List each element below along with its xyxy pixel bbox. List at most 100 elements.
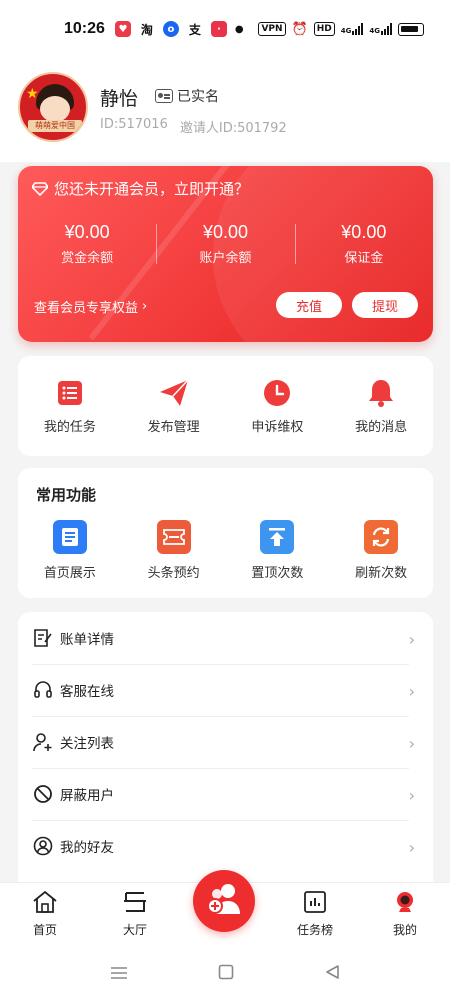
chevron-right-icon: › bbox=[408, 786, 415, 805]
customer-service-row[interactable]: 客服在线 › bbox=[18, 664, 433, 716]
deposit-balance-label: 保证金 bbox=[344, 251, 384, 266]
alipay-icon: 支 bbox=[188, 22, 201, 37]
deposit-balance-value: ¥0.00 bbox=[341, 222, 387, 242]
nav-task-ranking[interactable]: 任务榜 bbox=[270, 883, 360, 948]
avatar-banner: 萌萌爱中国 bbox=[28, 120, 82, 132]
appeal-label: 申诉维权 bbox=[251, 419, 304, 435]
nav-task-ranking-label: 任务榜 bbox=[296, 923, 333, 937]
taobao-icon: 淘 bbox=[140, 22, 153, 37]
deposit-balance[interactable]: ¥0.00 保证金 bbox=[294, 222, 433, 266]
back-icon[interactable] bbox=[324, 964, 340, 984]
publish-manage-item[interactable]: 发布管理 bbox=[122, 378, 226, 435]
hall-icon bbox=[122, 890, 148, 917]
refresh-count-label: 刷新次数 bbox=[355, 566, 408, 581]
block-icon bbox=[32, 783, 54, 805]
friend-icon bbox=[32, 835, 54, 857]
more-dot-icon: ● bbox=[234, 23, 244, 35]
appeal-item[interactable]: 申诉维权 bbox=[226, 378, 330, 435]
member-benefits-link[interactable]: 查看会员专享权益 › bbox=[34, 297, 147, 316]
bill-details-row[interactable]: 账单详情 › bbox=[18, 612, 433, 664]
headline-booking-item[interactable]: 头条预约 bbox=[122, 520, 226, 581]
recharge-button[interactable]: 充值 bbox=[276, 292, 342, 318]
common-functions-panel: 常用功能 首页展示 头条预约 置顶次数 刷新次数 bbox=[18, 468, 433, 598]
balance-stats: ¥0.00 赏金余额 ¥0.00 账户余额 ¥0.00 保证金 bbox=[18, 222, 433, 266]
user-ids: ID:517016 邀请人ID:501792 bbox=[100, 117, 287, 136]
user-add-icon bbox=[32, 731, 54, 753]
account-balance-label: 账户余额 bbox=[199, 251, 252, 266]
my-friends-row[interactable]: 我的好友 › bbox=[18, 820, 433, 872]
task-shortcuts-panel: 我的任务 发布管理 申诉维权 我的消息 bbox=[18, 356, 433, 456]
ticket-icon bbox=[156, 520, 191, 554]
document-icon bbox=[52, 520, 87, 554]
my-friends-label: 我的好友 bbox=[60, 840, 114, 856]
bounty-balance-value: ¥0.00 bbox=[64, 222, 110, 242]
chevron-right-icon: › bbox=[142, 299, 148, 314]
publish-button[interactable] bbox=[193, 870, 255, 932]
publish-users-icon bbox=[204, 882, 244, 920]
profile-icon bbox=[393, 890, 417, 917]
chevron-right-icon: › bbox=[408, 630, 415, 649]
status-bar: 10:26 ♥ 淘 o 支 · ● VPN ⏰ HD 4G 4G bbox=[0, 0, 450, 58]
clock-icon bbox=[262, 378, 292, 408]
diamond-icon bbox=[32, 181, 48, 196]
battery-icon bbox=[398, 22, 424, 36]
home-square-icon[interactable] bbox=[218, 964, 234, 984]
account-balance[interactable]: ¥0.00 账户余额 bbox=[156, 222, 294, 266]
member-card: 您还未开通会员，立即开通？ ¥0.00 赏金余额 ¥0.00 账户余额 ¥0.0… bbox=[18, 166, 433, 342]
headline-booking-label: 头条预约 bbox=[147, 566, 200, 581]
status-time: 10:26 bbox=[64, 20, 105, 37]
bounty-balance[interactable]: ¥0.00 赏金余额 bbox=[18, 222, 156, 266]
follow-list-row[interactable]: 关注列表 › bbox=[18, 716, 433, 768]
pin-top-count-item[interactable]: 置顶次数 bbox=[226, 520, 330, 581]
blocked-users-row[interactable]: 屏蔽用户 › bbox=[18, 768, 433, 820]
signal-icon-2: 4G bbox=[369, 23, 392, 35]
alarm-icon: ⏰ bbox=[291, 21, 308, 37]
bell-icon bbox=[366, 378, 396, 408]
headset-icon bbox=[32, 679, 54, 701]
hd-icon: HD bbox=[313, 22, 335, 36]
refresh-icon bbox=[364, 520, 399, 554]
my-tasks-item[interactable]: 我的任务 bbox=[18, 378, 122, 435]
homepage-display-item[interactable]: 首页展示 bbox=[18, 520, 122, 581]
withdraw-button[interactable]: 提现 bbox=[352, 292, 418, 318]
verified-label: 已实名 bbox=[177, 89, 219, 105]
vpn-icon: VPN bbox=[258, 22, 286, 36]
user-id: ID:517016 bbox=[100, 117, 168, 132]
app-notification-icon: ♥ bbox=[114, 21, 131, 37]
open-membership-prompt[interactable]: 您还未开通会员，立即开通？ bbox=[32, 178, 249, 199]
blocked-users-label: 屏蔽用户 bbox=[60, 788, 114, 804]
inviter-id: 邀请人ID:501792 bbox=[179, 121, 287, 136]
shop-icon: · bbox=[210, 21, 227, 37]
nav-hall-label: 大厅 bbox=[122, 923, 147, 937]
pin-top-count-label: 置顶次数 bbox=[251, 566, 304, 581]
homepage-display-label: 首页展示 bbox=[43, 566, 96, 581]
nav-home[interactable]: 首页 bbox=[0, 883, 90, 948]
chart-icon bbox=[303, 890, 327, 917]
refresh-count-item[interactable]: 刷新次数 bbox=[329, 520, 433, 581]
chevron-right-icon: › bbox=[408, 682, 415, 701]
membership-prompt-text: 您还未开通会员，立即开通？ bbox=[54, 180, 250, 198]
send-icon bbox=[159, 378, 189, 408]
publish-manage-label: 发布管理 bbox=[147, 419, 200, 435]
nav-mine[interactable]: 我的 bbox=[360, 883, 450, 948]
nav-home-label: 首页 bbox=[32, 923, 57, 937]
username: 静怡 bbox=[100, 88, 139, 110]
common-functions-title: 常用功能 bbox=[36, 486, 97, 504]
my-messages-label: 我的消息 bbox=[355, 419, 408, 435]
customer-service-label: 客服在线 bbox=[60, 684, 114, 700]
system-nav-bar bbox=[0, 948, 450, 1000]
account-balance-value: ¥0.00 bbox=[202, 222, 249, 242]
bill-icon bbox=[32, 627, 54, 649]
my-tasks-label: 我的任务 bbox=[43, 419, 96, 435]
signal-icon: 4G bbox=[341, 23, 364, 35]
menu-icon[interactable] bbox=[110, 965, 128, 984]
home-icon bbox=[32, 890, 58, 917]
follow-list-label: 关注列表 bbox=[60, 736, 114, 752]
id-card-icon bbox=[155, 89, 173, 103]
my-messages-item[interactable]: 我的消息 bbox=[329, 378, 433, 435]
verified-badge: 已实名 bbox=[155, 86, 219, 106]
menu-list: 账单详情 › 客服在线 › 关注列表 › 屏蔽用户 › 我的好友 › bbox=[18, 612, 433, 882]
avatar[interactable]: ★ 萌萌爱中国 bbox=[18, 72, 88, 142]
list-icon bbox=[55, 378, 85, 408]
nav-hall[interactable]: 大厅 bbox=[90, 883, 180, 948]
